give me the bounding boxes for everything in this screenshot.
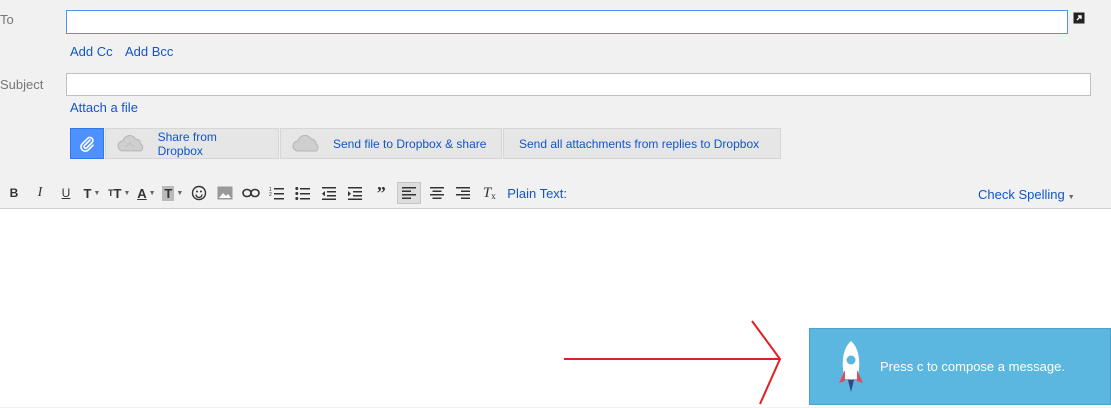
align-center-icon[interactable] xyxy=(427,183,447,203)
bulleted-list-icon[interactable] xyxy=(293,183,313,203)
annotation-arrow-icon xyxy=(564,320,782,405)
plain-text-link[interactable]: Plain Text: xyxy=(507,186,567,201)
rocket-icon xyxy=(839,340,863,392)
numbered-list-icon[interactable]: 12 xyxy=(267,183,287,203)
italic-icon[interactable]: I xyxy=(30,183,50,203)
to-label: To xyxy=(0,12,14,27)
cloud-icon xyxy=(292,134,319,151)
bold-icon[interactable]: B xyxy=(4,183,24,203)
share-from-dropbox-button[interactable]: Share from Dropbox xyxy=(105,128,279,159)
highlight-color-icon[interactable]: T ▼ xyxy=(162,183,183,203)
to-field[interactable] xyxy=(66,10,1068,34)
indent-more-icon[interactable] xyxy=(345,183,365,203)
formatting-toolbar: B I U T ▼ T T ▼ A ▼ T ▼ 12 ” Tx Plain Text: xyxy=(4,182,567,204)
underline-icon[interactable]: U xyxy=(56,183,76,203)
dropbox-bar: Share from Dropbox Send file to Dropbox … xyxy=(70,128,781,159)
remove-formatting-icon[interactable]: Tx xyxy=(479,183,499,203)
add-cc-link[interactable]: Add Cc xyxy=(70,44,113,59)
quote-icon[interactable]: ” xyxy=(371,183,391,203)
align-right-icon[interactable] xyxy=(453,183,473,203)
subject-label: Subject xyxy=(0,77,44,92)
popout-icon[interactable] xyxy=(1073,12,1085,24)
text-color-icon[interactable]: A ▼ xyxy=(136,183,156,203)
link-icon[interactable] xyxy=(241,183,261,203)
chevron-down-icon: ▼ xyxy=(1067,194,1075,201)
compose-hint-toast: Press c to compose a message. xyxy=(809,328,1111,405)
font-family-icon[interactable]: T ▼ xyxy=(82,183,102,203)
paperclip-icon[interactable] xyxy=(70,128,104,159)
cloud-icon xyxy=(117,134,144,151)
send-all-attachments-button[interactable]: Send all attachments from replies to Dro… xyxy=(503,128,781,159)
check-spelling-button[interactable]: Check Spelling ▼ xyxy=(978,187,1075,202)
send-file-to-dropbox-button[interactable]: Send file to Dropbox & share xyxy=(280,128,502,159)
share-from-dropbox-label: Share from Dropbox xyxy=(157,129,217,158)
send-all-attachments-label: Send all attachments from replies to Dro… xyxy=(519,136,760,151)
insert-image-icon[interactable] xyxy=(215,183,235,203)
font-size-icon[interactable]: T T ▼ xyxy=(108,183,130,203)
svg-text:2: 2 xyxy=(269,192,272,198)
check-spelling-label: Check Spelling xyxy=(978,187,1065,202)
toast-message: Press c to compose a message. xyxy=(880,359,1065,374)
send-file-to-dropbox-label: Send file to Dropbox & share xyxy=(333,136,487,151)
subject-field[interactable] xyxy=(66,73,1091,96)
emoji-icon[interactable] xyxy=(189,183,209,203)
attach-file-link[interactable]: Attach a file xyxy=(70,100,138,115)
add-bcc-link[interactable]: Add Bcc xyxy=(125,44,173,59)
indent-less-icon[interactable] xyxy=(319,183,339,203)
align-left-icon[interactable] xyxy=(397,182,422,204)
